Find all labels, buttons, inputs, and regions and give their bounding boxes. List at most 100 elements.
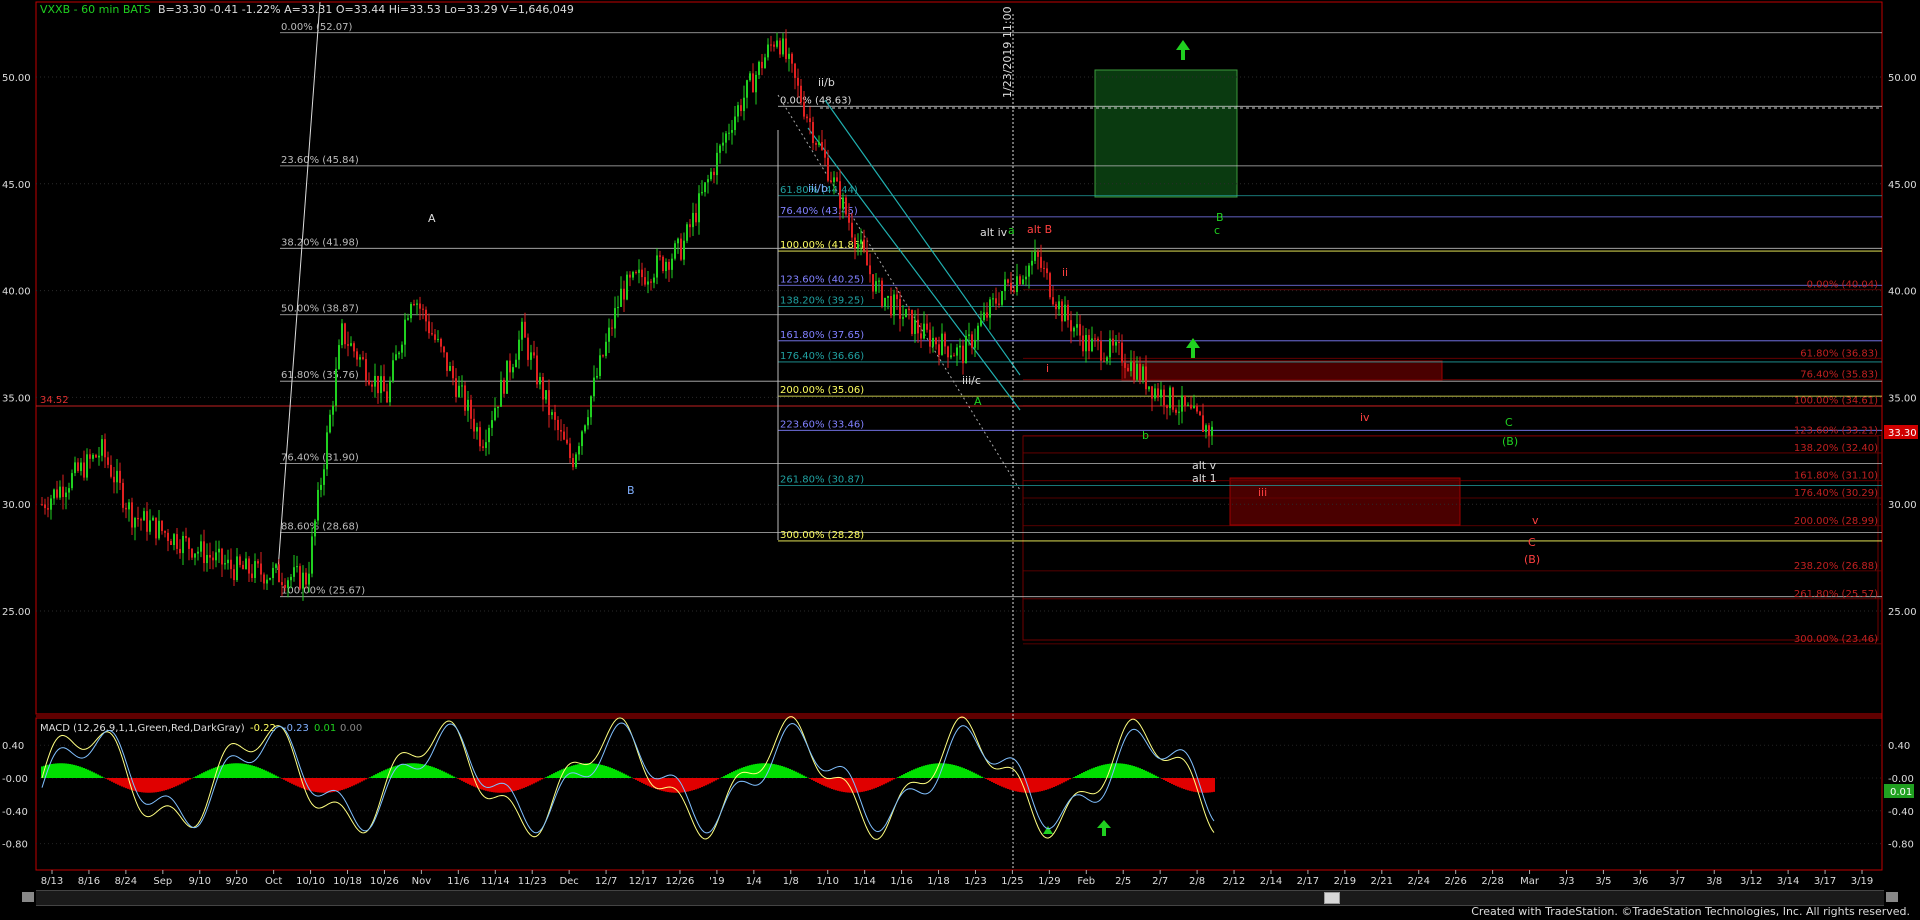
candle-body bbox=[356, 351, 358, 360]
candle-body bbox=[1199, 411, 1201, 416]
candle-body bbox=[878, 280, 880, 282]
date-label: 2/5 bbox=[1115, 876, 1131, 887]
candle-body bbox=[809, 118, 811, 123]
fib-mid-levels: 0.00% (48.63)61.80% (44.44)76.40% (43.45… bbox=[778, 95, 1882, 542]
candle-body bbox=[800, 85, 802, 103]
macd-value: 0.00 bbox=[340, 723, 362, 734]
candle-body bbox=[596, 376, 598, 378]
candle-body bbox=[782, 38, 784, 55]
candle-body bbox=[551, 412, 553, 415]
candle-body bbox=[959, 345, 961, 348]
candle-body bbox=[71, 473, 73, 489]
candle-body bbox=[341, 323, 343, 346]
chart-scrollbar[interactable] bbox=[22, 890, 1898, 906]
wave-label: B bbox=[1216, 211, 1224, 224]
candle-body bbox=[83, 462, 85, 478]
wave-label: iii/b bbox=[808, 182, 828, 195]
date-label: Nov bbox=[412, 876, 432, 887]
date-label: Dec bbox=[559, 876, 578, 887]
candle-body bbox=[755, 74, 757, 93]
fib-label: 123.60% (40.25) bbox=[780, 274, 864, 285]
candle-body bbox=[731, 129, 733, 133]
candle-body bbox=[170, 541, 172, 546]
candle-body bbox=[707, 179, 709, 183]
candle-body bbox=[1202, 415, 1204, 432]
candle-body bbox=[857, 243, 859, 249]
candle-body bbox=[338, 345, 340, 369]
date-label: 2/21 bbox=[1371, 876, 1393, 887]
candle-body bbox=[611, 327, 613, 329]
candle-body bbox=[569, 443, 571, 458]
candle-body bbox=[302, 572, 304, 589]
candle-body bbox=[689, 224, 691, 228]
candle-body bbox=[227, 559, 229, 564]
wave-label: (B) bbox=[1502, 435, 1518, 448]
macd-axis: 0.40 0.40 -0.00 -0.00 -0.40 -0.40 -0.80 -0.80 bbox=[2, 741, 1914, 850]
candle-body bbox=[329, 414, 331, 433]
candle-body bbox=[770, 44, 772, 46]
candle-body bbox=[404, 319, 406, 345]
candle-body bbox=[944, 333, 946, 347]
candle-body bbox=[422, 308, 424, 310]
candle-body bbox=[173, 534, 175, 546]
date-label: 1/29 bbox=[1038, 876, 1060, 887]
candle-body bbox=[986, 312, 988, 318]
date-label: 2/24 bbox=[1408, 876, 1430, 887]
fib-label: 76.40% (31.90) bbox=[281, 453, 359, 464]
candle-body bbox=[992, 298, 994, 300]
candle-body bbox=[248, 558, 250, 574]
current-price-label: 33.30 bbox=[1888, 428, 1917, 439]
scroll-thumb[interactable] bbox=[1324, 892, 1340, 904]
candle-body bbox=[1151, 386, 1153, 399]
candle-body bbox=[749, 73, 751, 81]
candle-body bbox=[518, 339, 520, 360]
date-label: 3/5 bbox=[1595, 876, 1611, 887]
candle-body bbox=[350, 343, 352, 346]
candle-body bbox=[203, 541, 205, 564]
candle-body bbox=[314, 520, 316, 537]
candle-body bbox=[710, 171, 712, 180]
candle-body bbox=[140, 519, 142, 521]
date-label: Mar bbox=[1520, 876, 1540, 887]
candle-body bbox=[626, 274, 628, 300]
candle-body bbox=[833, 177, 835, 183]
fib-label: 123.60% (33.21) bbox=[1794, 426, 1878, 437]
date-label: 11/6 bbox=[447, 876, 469, 887]
candle-body bbox=[614, 308, 616, 329]
price-chart[interactable]: 0.00% (52.07) 23.60% (45.84) 38.20% (41.98… bbox=[0, 0, 1920, 920]
fib-label: 0.00% (40.04) bbox=[1807, 280, 1878, 291]
date-label: 1/23 bbox=[964, 876, 986, 887]
candle-body bbox=[686, 224, 688, 241]
candle-body bbox=[875, 281, 877, 292]
scroll-left-arrow[interactable] bbox=[22, 892, 34, 902]
candle-body bbox=[554, 412, 556, 420]
macd-tick-label: -0.00 bbox=[1888, 774, 1914, 785]
candle-body bbox=[146, 511, 148, 532]
candle-body bbox=[320, 484, 322, 490]
candle-body bbox=[737, 105, 739, 117]
fib-label: 176.40% (36.66) bbox=[780, 351, 864, 362]
green-target-box bbox=[1094, 69, 1238, 198]
candle-body bbox=[704, 182, 706, 193]
candle-body bbox=[905, 309, 907, 318]
candle-body bbox=[116, 470, 118, 483]
candle-body bbox=[866, 250, 868, 266]
candle-body bbox=[98, 455, 100, 458]
candle-body bbox=[542, 376, 544, 400]
candle-body bbox=[599, 355, 601, 377]
candle-body bbox=[452, 366, 454, 379]
candle-body bbox=[638, 269, 640, 273]
candle-body bbox=[677, 238, 679, 244]
candle-body bbox=[161, 520, 163, 532]
date-label: 3/14 bbox=[1777, 876, 1799, 887]
candle-body bbox=[476, 427, 478, 432]
candle-body bbox=[335, 368, 337, 406]
candle-body bbox=[389, 381, 391, 403]
scroll-right-arrow[interactable] bbox=[1886, 892, 1898, 902]
price-tick-label: 30.00 bbox=[2, 500, 31, 511]
candle-body bbox=[923, 323, 925, 339]
candle-body bbox=[482, 446, 484, 448]
candle-body bbox=[815, 143, 817, 145]
macd-value: 0.01 bbox=[314, 723, 336, 734]
candle-body bbox=[668, 261, 670, 270]
